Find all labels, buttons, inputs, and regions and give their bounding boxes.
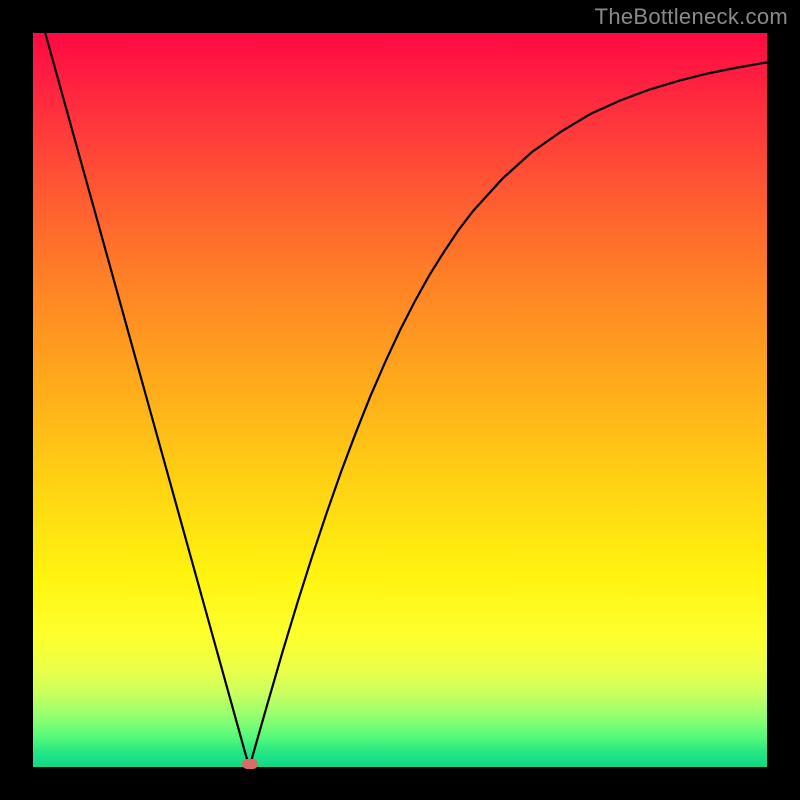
chart-frame: TheBottleneck.com bbox=[0, 0, 800, 800]
plot-area bbox=[33, 33, 767, 767]
watermark-text: TheBottleneck.com bbox=[595, 4, 788, 30]
bottleneck-curve bbox=[33, 33, 767, 767]
optimum-marker bbox=[242, 759, 258, 769]
